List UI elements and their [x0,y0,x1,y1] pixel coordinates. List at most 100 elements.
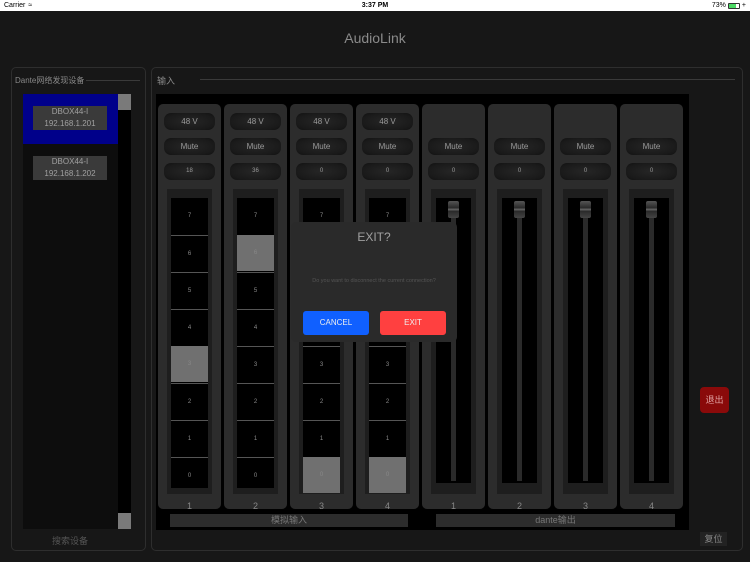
confirm-exit-button[interactable]: EXIT [380,311,446,335]
dialog-message: Do you want to disconnect the current co… [312,278,436,284]
fader-track[interactable] [583,206,588,481]
scroll-up-thumb[interactable] [118,94,131,110]
meter-cells: 76543210 [171,198,208,488]
mute-button[interactable]: Mute [494,138,545,155]
channel-number: 4 [384,501,390,511]
phantom-power-button[interactable]: 48 V [164,113,215,130]
fader-track[interactable] [649,206,654,481]
meter-cell[interactable]: 1 [237,420,274,456]
fader-knob[interactable] [514,201,525,218]
device-list-scrollbar[interactable] [118,94,131,529]
gain-value[interactable]: 36 [230,163,281,180]
fader-knob[interactable] [448,201,459,218]
output-channel-strip: Mute 0 3 [554,104,617,511]
app-title: AudioLink [344,30,406,46]
input-channel-strip: 48 V Mute 18 7 6 5 4 3 2 1 0 1 [158,104,221,511]
meter-cell[interactable]: 1 [369,420,406,456]
meter-cell[interactable]: 1 [171,420,208,456]
mute-button[interactable]: Mute [626,138,677,155]
meter-cell[interactable]: 7 [171,198,208,234]
meter-cells: 76543210 [237,198,274,488]
meter-cell[interactable]: 4 [171,309,208,345]
channel-number: 1 [450,501,456,511]
meter-cell[interactable]: 6 [171,235,208,271]
gain-value[interactable]: 0 [560,163,611,180]
input-panel-title: 输入 [157,76,176,86]
volume-fader[interactable] [497,189,542,494]
device-list[interactable]: DBOX44-I 192.168.1.201 DBOX44-I 192.168.1.… [23,94,118,529]
fader-knob[interactable] [580,201,591,218]
meter-cell[interactable]: 3 [237,346,274,382]
fader-track[interactable] [517,206,522,481]
mute-button[interactable]: Mute [296,138,347,155]
level-meter[interactable]: 76543210 [233,189,278,494]
divider [200,79,735,80]
battery-status: 73% + [712,2,746,9]
mute-button[interactable]: Mute [362,138,413,155]
meter-cell[interactable]: 7 [237,198,274,234]
device-item[interactable]: DBOX44-I 192.168.1.202 [23,144,118,194]
phantom-power-button[interactable]: 48 V [296,113,347,130]
gain-value[interactable]: 18 [164,163,215,180]
meter-cell[interactable]: 1 [303,420,340,456]
mute-button[interactable]: Mute [230,138,281,155]
meter-cell[interactable]: 0 [171,457,208,493]
scroll-down-thumb[interactable] [118,513,131,529]
phantom-power-button[interactable]: 48 V [362,113,413,130]
meter-cell[interactable]: 2 [303,383,340,419]
meter-cell[interactable]: 3 [369,346,406,382]
channel-number: 4 [648,501,654,511]
reset-button[interactable]: 复位 [700,532,727,546]
channel-number: 3 [318,501,324,511]
fader-knob[interactable] [646,201,657,218]
meter-cell[interactable]: 2 [237,383,274,419]
meter-cell[interactable]: 0 [303,457,340,493]
meter-cell[interactable]: 5 [171,272,208,308]
charging-icon: + [741,2,746,9]
device-panel-title: Dante网络发现设备 [15,76,85,85]
gain-value[interactable]: 0 [626,163,677,180]
device-label: DBOX44-I 192.168.1.201 [33,106,107,130]
channel-number: 1 [186,501,192,511]
meter-cell[interactable]: 0 [237,457,274,493]
clock: 3:37 PM [361,2,389,9]
gain-value[interactable]: 0 [494,163,545,180]
mute-button[interactable]: Mute [428,138,479,155]
meter-cell[interactable]: 4 [237,309,274,345]
meter-cell[interactable]: 3 [171,346,208,382]
channel-number: 2 [252,501,258,511]
channel-number: 2 [516,501,522,511]
meter-cell[interactable]: 0 [369,457,406,493]
input-channel-strip: 48 V Mute 36 7 6 5 4 3 2 1 0 2 [224,104,287,511]
dante-output-label: dante输出 [436,514,675,527]
output-channel-strip: Mute 0 4 [620,104,683,511]
search-devices-button[interactable]: 搜索设备 [40,534,100,547]
mute-button[interactable]: Mute [164,138,215,155]
channel-number: 3 [582,501,588,511]
gain-value[interactable]: 0 [362,163,413,180]
output-channel-strip: Mute 0 2 [488,104,551,511]
exit-button[interactable]: 退出 [700,387,729,413]
meter-cell[interactable]: 2 [171,383,208,419]
gain-value[interactable]: 0 [428,163,479,180]
mute-button[interactable]: Mute [560,138,611,155]
meter-cell[interactable]: 2 [369,383,406,419]
meter-cell[interactable]: 6 [237,235,274,271]
meter-cell[interactable]: 5 [237,272,274,308]
volume-fader[interactable] [563,189,608,494]
meter-cell[interactable]: 3 [303,346,340,382]
analog-input-label: 模拟输入 [170,514,408,527]
device-item[interactable]: DBOX44-I 192.168.1.201 [23,94,118,144]
dialog-title: EXIT? [357,230,391,244]
status-bar: Carrier ≈ 3:37 PM 73% + [0,0,750,11]
volume-fader[interactable] [629,189,674,494]
gain-value[interactable]: 0 [296,163,347,180]
battery-icon [727,2,740,9]
device-label: DBOX44-I 192.168.1.202 [33,156,107,180]
exit-dialog: EXIT? Do you want to disconnect the curr… [291,222,457,342]
divider [86,80,140,81]
phantom-power-button[interactable]: 48 V [230,113,281,130]
battery-percent: 73% [711,2,726,9]
level-meter[interactable]: 76543210 [167,189,212,494]
cancel-button[interactable]: CANCEL [303,311,369,335]
